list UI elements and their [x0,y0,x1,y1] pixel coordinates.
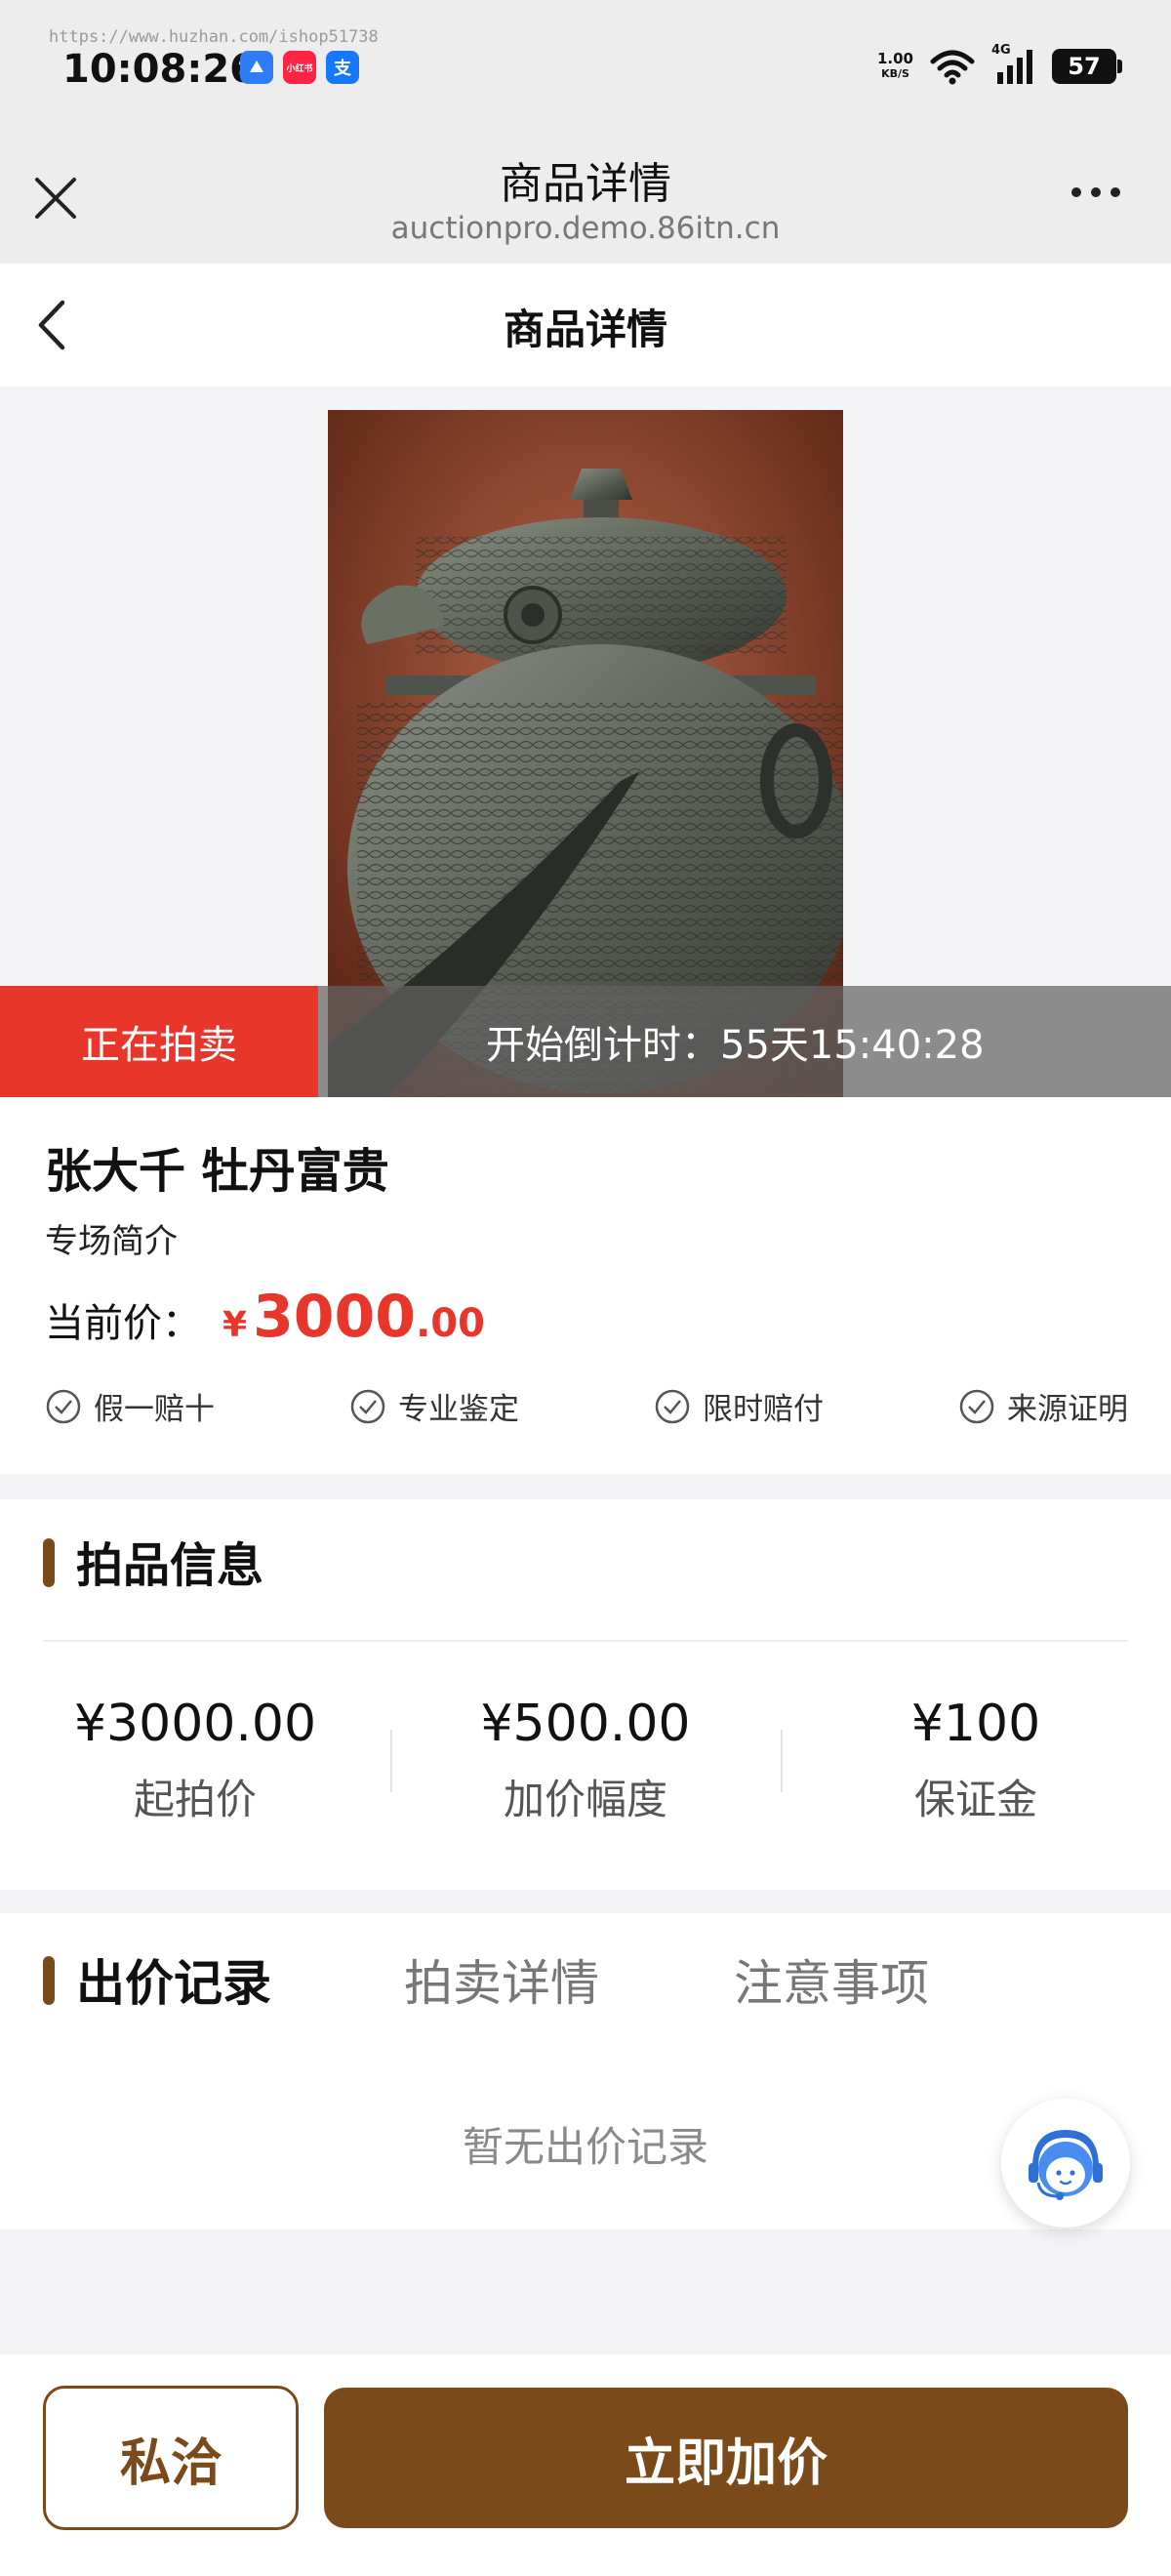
guarantee-item: 专业鉴定 [349,1384,519,1428]
status-time: 10:08:26 [62,47,257,92]
stat-value: ¥3000.00 [73,1695,317,1753]
product-image-area: 正在拍卖 开始倒计时：55天15:40:28 [0,387,1171,1097]
tabs-card: 出价记录 拍卖详情 注意事项 暂无出价记录 [0,1913,1171,2229]
bid-now-button[interactable]: 立即加价 [324,2388,1128,2528]
tab-auction-details[interactable]: 拍卖详情 [404,1944,599,2015]
stat-label: 加价幅度 [503,1776,667,1823]
check-circle-icon [46,1389,81,1423]
watermark-text: https://www.huzhan.com/ishop51738 [49,27,379,47]
guarantee-item: 来源证明 [958,1384,1128,1428]
divider [43,1640,1128,1642]
stat-value: ¥100 [910,1695,1041,1753]
guarantee-item: 假一赔十 [45,1384,215,1428]
battery-icon: 57 [1052,49,1122,84]
webview-title: 商品详情 [500,159,671,209]
current-price: 当前价： ¥ 3000 .00 [45,1283,485,1351]
notification-icons: 小红书 支 [240,51,359,84]
tab-notes[interactable]: 注意事项 [734,1944,929,2015]
stat-label: 保证金 [913,1776,1037,1823]
lot-stats: ¥3000.00 起拍价 ¥500.00 加价幅度 ¥100 保证金 [0,1695,1171,1826]
guarantee-label: 假一赔十 [94,1392,215,1427]
guarantee-label: 来源证明 [1007,1392,1128,1427]
check-circle-icon [350,1389,385,1423]
stat-deposit: ¥100 保证金 [781,1695,1171,1826]
cellular-signal-icon: 4G [991,43,1036,86]
blue-app-icon [240,51,273,84]
guarantee-label: 专业鉴定 [398,1392,519,1427]
lot-info-card: 拍品信息 ¥3000.00 起拍价 ¥500.00 加价幅度 ¥100 保证金 [0,1499,1171,1890]
check-circle-icon [959,1389,994,1423]
net-speed-value: 1.00 [876,50,913,67]
net-speed-unit: KB/S [881,67,909,80]
session-intro-link[interactable]: 专场简介 [45,1214,178,1262]
product-name: 张大千 牡丹富贵 [45,1144,389,1199]
stat-label: 起拍价 [133,1776,257,1823]
price-symbol: ¥ [222,1305,248,1345]
alipay-icon: 支 [326,51,359,84]
auction-status-badge: 正在拍卖 [0,986,318,1097]
webview-header: 商品详情 auctionpro.demo.86itn.cn [0,137,1171,264]
guarantee-item: 限时赔付 [654,1384,824,1428]
private-negotiation-button[interactable]: 私洽 [43,2386,299,2530]
section-accent-bar [43,1538,55,1587]
price-label: 当前价： [45,1301,201,1346]
wifi-icon [930,50,975,85]
guarantee-list: 假一赔十 专业鉴定 限时赔付 来源证明 [45,1384,1128,1428]
stat-increment: ¥500.00 加价幅度 [390,1695,781,1826]
guarantee-label: 限时赔付 [703,1392,824,1427]
tab-bid-records[interactable]: 出价记录 [76,1944,271,2015]
page-header: 商品详情 [0,264,1171,387]
customer-service-icon [1029,2130,1103,2200]
xiaohongshu-icon: 小红书 [283,51,316,84]
lot-info-title: 拍品信息 [76,1538,264,1593]
tab-active-indicator [43,1956,55,2005]
bottom-action-bar: 私洽 立即加价 [0,2354,1171,2576]
network-speed: 1.00 KB/S [877,51,913,82]
customer-service-button[interactable] [1001,2099,1130,2228]
page-title: 商品详情 [503,306,667,353]
stat-starting-price: ¥3000.00 起拍价 [0,1695,390,1826]
stat-value: ¥500.00 [480,1695,691,1753]
price-decimal: .00 [416,1301,485,1346]
more-options-icon[interactable] [1071,187,1120,197]
webview-url: auctionpro.demo.86itn.cn [390,211,781,246]
countdown-text: 开始倒计时：55天15:40:28 [318,986,1171,1097]
status-bar: https://www.huzhan.com/ishop51738 10:08:… [0,0,1171,137]
check-circle-icon [655,1389,690,1423]
price-integer: 3000 [253,1283,417,1351]
product-info-card: 张大千 牡丹富贵 专场简介 当前价： ¥ 3000 .00 假一赔十 专业鉴定 … [0,1097,1171,1474]
empty-bid-records: 暂无出价记录 [462,2123,708,2171]
